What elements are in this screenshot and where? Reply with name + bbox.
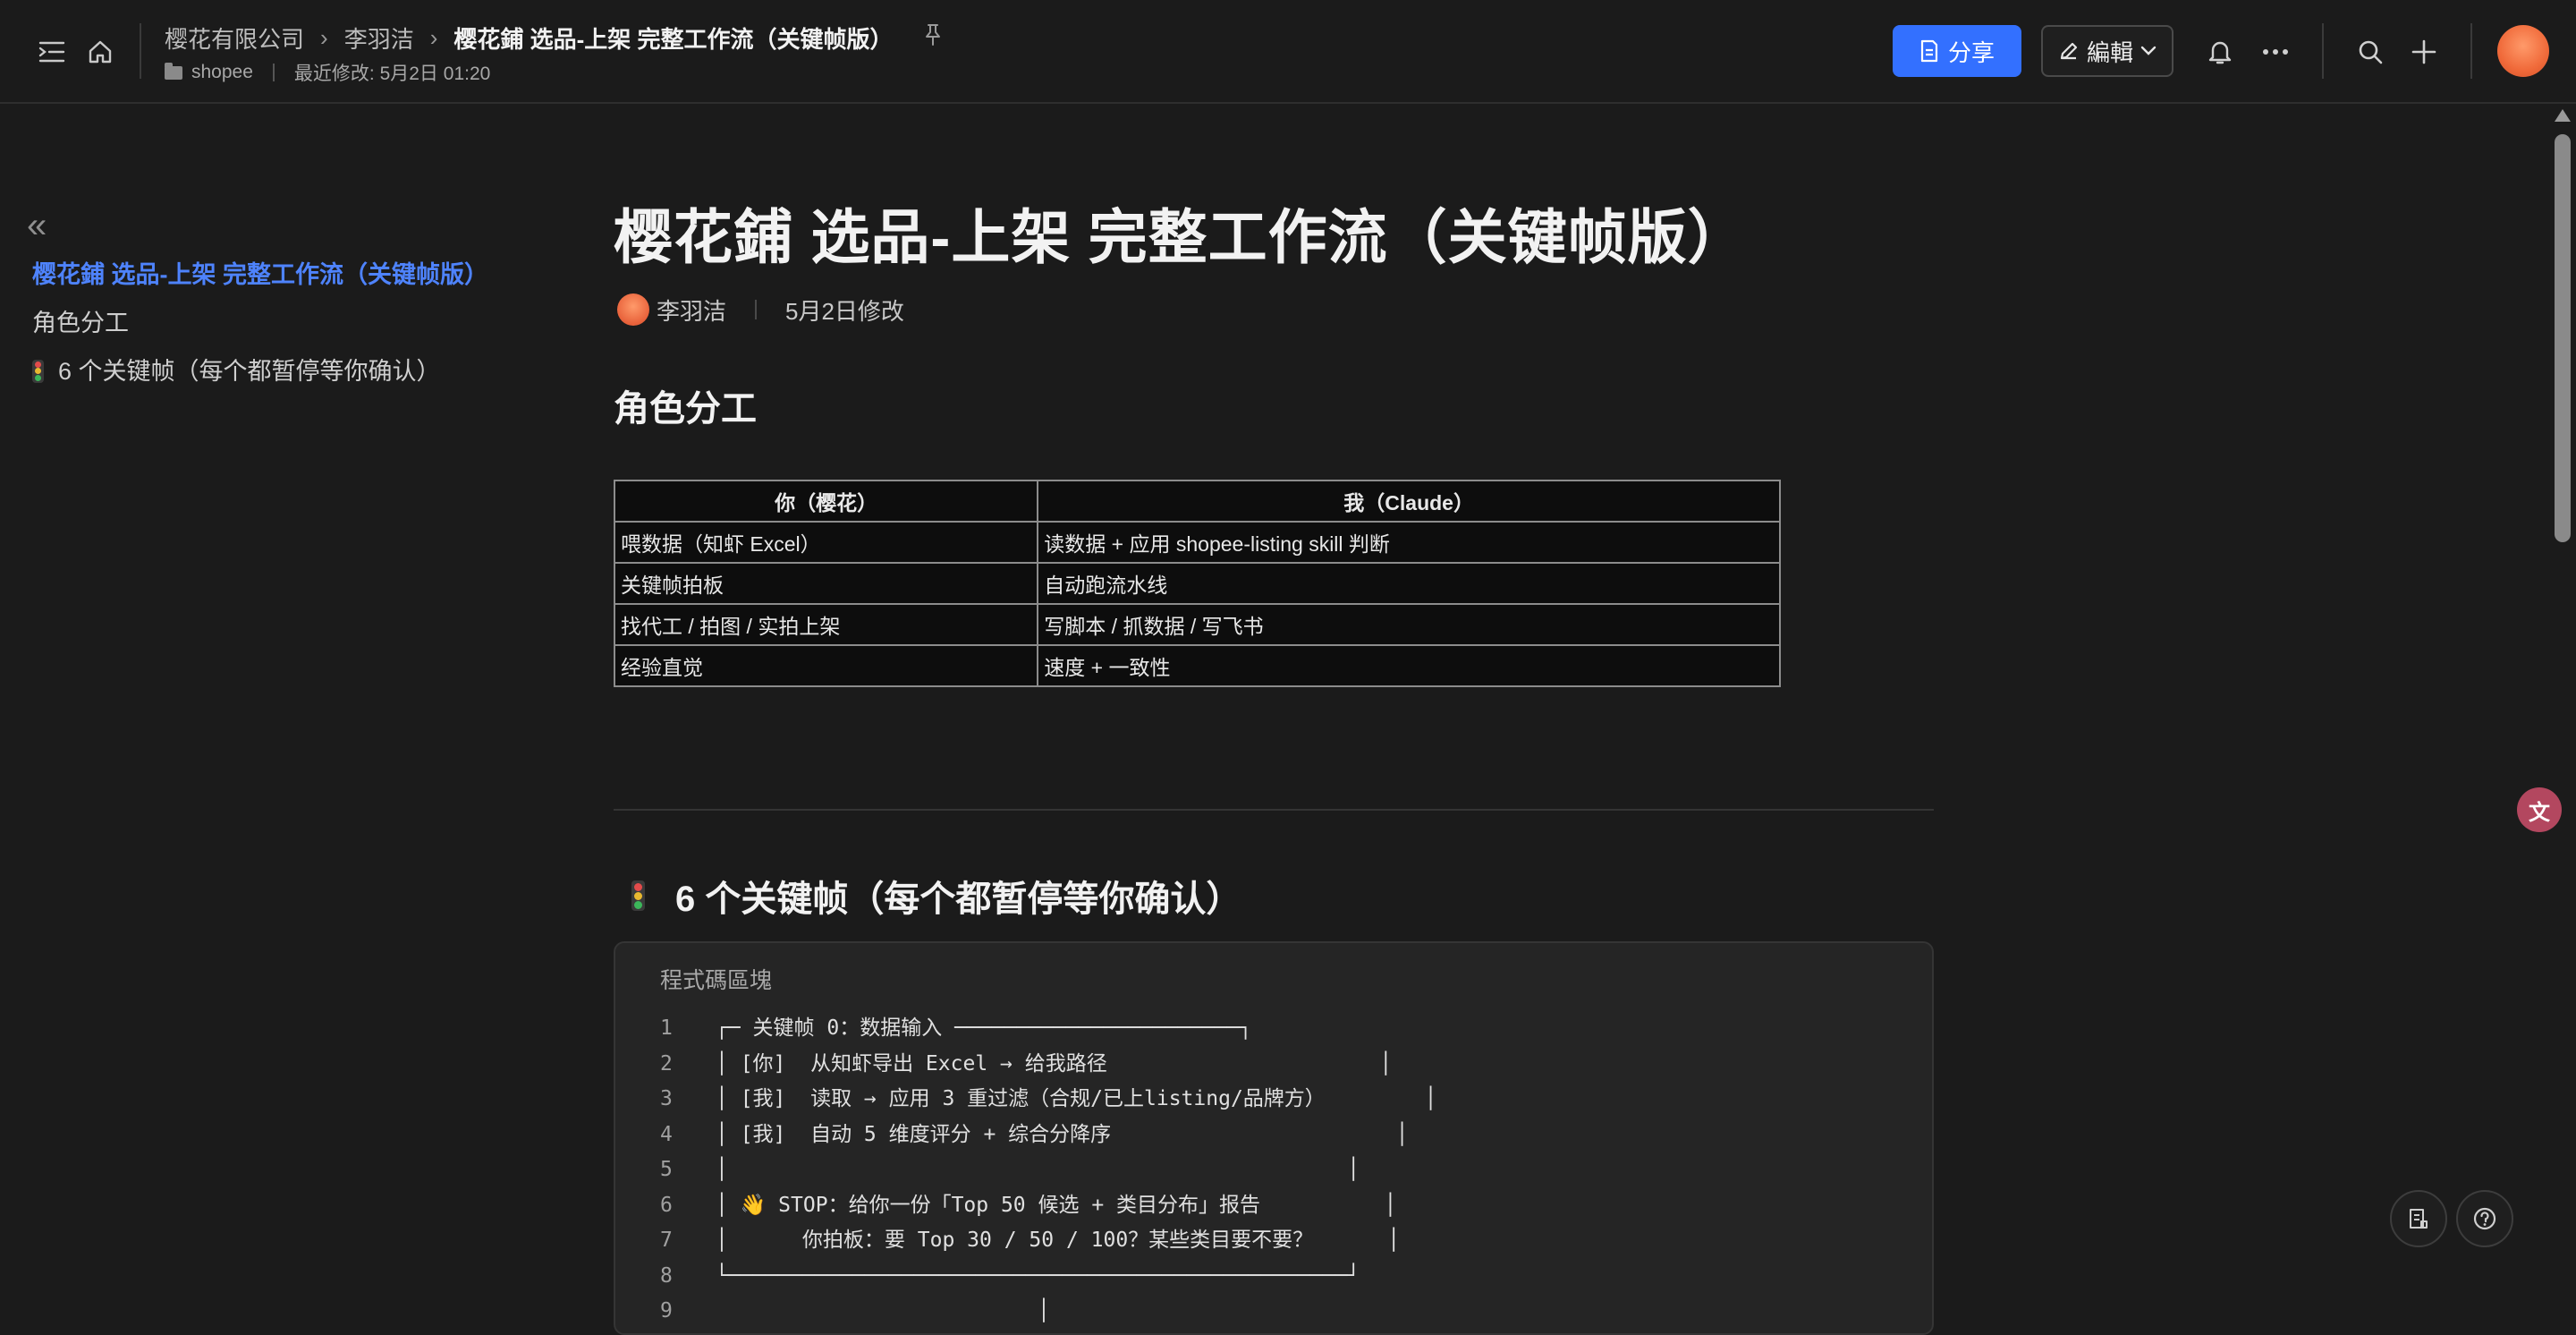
- table-row: 关键帧拍板 自动跑流水线: [613, 562, 1781, 605]
- folder-name[interactable]: shopee: [191, 62, 253, 83]
- plus-icon[interactable]: [2406, 34, 2442, 70]
- code-line: 5 │ │: [615, 1152, 1932, 1188]
- code-block-label: 程式碼區塊: [660, 968, 773, 993]
- share-label: 分享: [1947, 38, 1995, 66]
- code-line: 8 └──────────────────────────────────────…: [615, 1259, 1932, 1295]
- outline-item-title[interactable]: 樱花鋪 选品-上架 完整工作流（关键帧版）: [32, 251, 488, 299]
- line-number: 7: [660, 1229, 673, 1252]
- code-text: │ [我] 自动 5 维度评分 + 综合分降序 │: [716, 1122, 1409, 1146]
- home-icon[interactable]: [82, 34, 118, 70]
- section-divider: [614, 809, 1934, 811]
- outline-item-keyframes[interactable]: 6 个关键帧（每个都暂停等你确认）: [32, 347, 488, 395]
- divider: [140, 23, 141, 79]
- table-cell: 写脚本 / 抓数据 / 写飞书: [1037, 603, 1781, 646]
- more-icon[interactable]: [2258, 34, 2293, 70]
- share-button[interactable]: 分享: [1893, 25, 2021, 77]
- table-cell: 找代工 / 拍图 / 实拍上架: [613, 603, 1039, 646]
- traffic-light-icon: [32, 360, 44, 383]
- scroll-up-arrow-icon[interactable]: [2555, 109, 2571, 122]
- edit-label: 編輯: [2086, 38, 2133, 66]
- code-text: │ 👋 STOP：给你一份「Top 50 候选 + 类目分布」报告 │: [716, 1193, 1397, 1217]
- code-text: ┌─ 关键帧 0：数据输入 ───────────────────────┐: [716, 1016, 1252, 1040]
- breadcrumb: 樱花有限公司 › 李羽洁 › 樱花鋪 选品-上架 完整工作流（关键帧版）: [165, 20, 943, 55]
- roles-table: 你（樱花） 我（Claude） 喂数据（知虾 Excel） 读数据 + 应用 s…: [613, 480, 1781, 687]
- line-number: 3: [660, 1087, 673, 1110]
- outline: 樱花鋪 选品-上架 完整工作流（关键帧版） 角色分工 6 个关键帧（每个都暂停等…: [32, 251, 488, 395]
- breadcrumb-company[interactable]: 樱花有限公司: [165, 21, 304, 55]
- line-number: 8: [660, 1263, 673, 1288]
- bell-icon[interactable]: [2202, 34, 2238, 70]
- heading-keyframes: 6 个关键帧（每个都暂停等你确认）: [614, 870, 1241, 922]
- table-row: 喂数据（知虾 Excel） 读数据 + 应用 shopee-listing sk…: [613, 521, 1781, 564]
- user-avatar[interactable]: [2497, 25, 2549, 77]
- code-line: 2 │ [你] 从知虾导出 Excel → 给我路径 │: [615, 1047, 1932, 1083]
- translate-icon[interactable]: 文: [2517, 787, 2562, 832]
- help-icon[interactable]: [2456, 1190, 2513, 1247]
- code-block[interactable]: 程式碼區塊 1 ┌─ 关键帧 0：数据输入 ───────────────────…: [614, 941, 1934, 1335]
- line-number: 5: [660, 1158, 673, 1181]
- share-doc-icon: [1920, 39, 1938, 63]
- line-number: 2: [660, 1051, 673, 1076]
- divider: [755, 300, 758, 319]
- table-cell: 速度 + 一致性: [1037, 644, 1781, 687]
- collapse-outline-icon[interactable]: «: [27, 208, 47, 243]
- code-line: 9 │: [615, 1294, 1932, 1330]
- code-line: 4 │ [我] 自动 5 维度评分 + 综合分降序 │: [615, 1118, 1932, 1153]
- top-bar: 樱花有限公司 › 李羽洁 › 樱花鋪 选品-上架 完整工作流（关键帧版） sho…: [0, 0, 2576, 104]
- table-row: 经验直觉 速度 + 一致性: [613, 644, 1781, 687]
- code-text: │ [你] 从知虾导出 Excel → 给我路径 │: [716, 1051, 1393, 1076]
- heading-roles: 角色分工: [614, 389, 757, 429]
- pencil-icon: [2060, 42, 2078, 60]
- divider: [2322, 23, 2324, 79]
- code-line: 7 │ 你拍板：要 Top 30 / 50 / 100？某些类目要不要？ │: [615, 1223, 1932, 1259]
- table-cell: 自动跑流水线: [1037, 562, 1781, 605]
- traffic-light-icon: [631, 880, 645, 911]
- code-text: │ │: [716, 1158, 1360, 1181]
- table-cell: 关键帧拍板: [613, 562, 1039, 605]
- code-text: │: [716, 1299, 1050, 1322]
- search-icon[interactable]: [2352, 34, 2388, 70]
- modified-date: 5月2日修改: [785, 297, 904, 325]
- table-header: 你（樱花）: [613, 480, 1039, 523]
- page-title: 樱花鋪 选品-上架 完整工作流（关键帧版）: [614, 204, 1748, 270]
- code-text: │ [我] 读取 → 应用 3 重过滤（合规/已上listing/品牌方） │: [716, 1087, 1437, 1110]
- outline-item-roles[interactable]: 角色分工: [32, 299, 488, 347]
- table-cell: 读数据 + 应用 shopee-listing skill 判断: [1037, 521, 1781, 564]
- breadcrumb-user[interactable]: 李羽洁: [344, 21, 414, 55]
- divider: [272, 64, 275, 81]
- author-info: 李羽洁 5月2日修改: [617, 292, 904, 327]
- code-line: 1 ┌─ 关键帧 0：数据输入 ───────────────────────┐: [615, 1011, 1932, 1047]
- table-cell: 喂数据（知虾 Excel）: [613, 521, 1039, 564]
- scrollbar-thumb[interactable]: [2555, 134, 2571, 542]
- code-lines: 1 ┌─ 关键帧 0：数据输入 ───────────────────────┐ …: [615, 1011, 1932, 1330]
- code-text: │ 你拍板：要 Top 30 / 50 / 100？某些类目要不要？ │: [716, 1229, 1401, 1252]
- author-avatar[interactable]: [617, 293, 649, 326]
- doc-info-icon[interactable]: [2390, 1190, 2447, 1247]
- line-number: 4: [660, 1122, 673, 1146]
- doc-meta: shopee 最近修改: 5月2日 01:20: [165, 59, 490, 86]
- code-text: └───────────────────────────────────────…: [716, 1263, 1360, 1288]
- author-name[interactable]: 李羽洁: [657, 293, 726, 327]
- chevron-down-icon: [2140, 46, 2157, 55]
- line-number: 6: [660, 1193, 673, 1217]
- table-header: 我（Claude）: [1037, 480, 1781, 523]
- table-header-row: 你（樱花） 我（Claude）: [613, 480, 1781, 523]
- folder-icon: [165, 62, 182, 80]
- code-line: 3 │ [我] 读取 → 应用 3 重过滤（合规/已上listing/品牌方） │: [615, 1082, 1932, 1118]
- chevron-right-icon: ›: [429, 23, 438, 51]
- breadcrumb-current: 樱花鋪 选品-上架 完整工作流（关键帧版）: [453, 25, 894, 53]
- heading-label: 6 个关键帧（每个都暂停等你确认）: [675, 880, 1242, 919]
- pin-icon[interactable]: [923, 23, 943, 53]
- code-line: 6 │ 👋 STOP：给你一份「Top 50 候选 + 类目分布」报告 │: [615, 1188, 1932, 1224]
- table-row: 找代工 / 拍图 / 实拍上架 写脚本 / 抓数据 / 写飞书: [613, 603, 1781, 646]
- divider: [2470, 23, 2472, 79]
- line-number: 1: [660, 1016, 673, 1040]
- edit-button[interactable]: 編輯: [2041, 25, 2174, 77]
- table-cell: 经验直觉: [613, 644, 1039, 687]
- outline-item-label: 6 个关键帧（每个都暂停等你确认）: [58, 358, 441, 385]
- last-modified: 最近修改: 5月2日 01:20: [293, 64, 491, 84]
- line-number: 9: [660, 1299, 673, 1322]
- chevron-right-icon: ›: [320, 23, 328, 51]
- sidebar-toggle-icon[interactable]: [34, 34, 70, 70]
